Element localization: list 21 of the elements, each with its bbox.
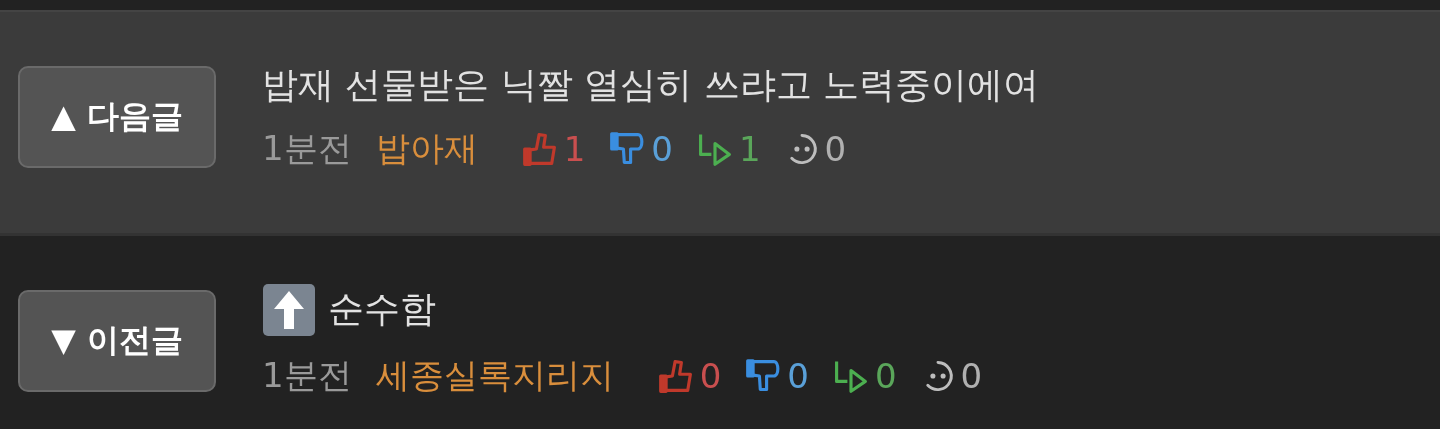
stat-count: 0 [960, 355, 983, 396]
thumbs-down-icon [609, 131, 646, 167]
stat-count: 1 [563, 129, 586, 169]
post-time: 1분전 [262, 353, 352, 397]
thumbs-up-icon [521, 131, 558, 167]
nav-button[interactable]: ▲ 다음글 [18, 65, 216, 168]
author-name[interactable]: 밥아재 [375, 126, 478, 172]
stat-count: 0 [874, 355, 897, 396]
nav-button[interactable]: ▼ 이전글 [18, 289, 216, 392]
post-title[interactable]: 밥재 선물받은 닉짤 열심히 쓰랴고 노력중이에여 [262, 61, 1040, 110]
thumbs-up-icon [657, 357, 694, 394]
author-name[interactable]: 세종실록지리지 [375, 352, 614, 399]
stat-count: 0 [824, 129, 847, 169]
post-title[interactable]: 순수함 [328, 285, 436, 334]
stat-count: 0 [787, 355, 809, 396]
post-time: 1분전 [262, 127, 352, 170]
stat-count: 1 [738, 129, 761, 169]
stat-count: 0 [699, 355, 722, 396]
post-row[interactable]: ▲ 다음글 밥재 선물받은 닉짤 열심히 쓰랴고 노력중이에여 1분전 밥아재 1 0 1 0 [0, 12, 1440, 236]
stat-count: 0 [651, 129, 673, 169]
thumbs-down-icon [745, 357, 782, 394]
